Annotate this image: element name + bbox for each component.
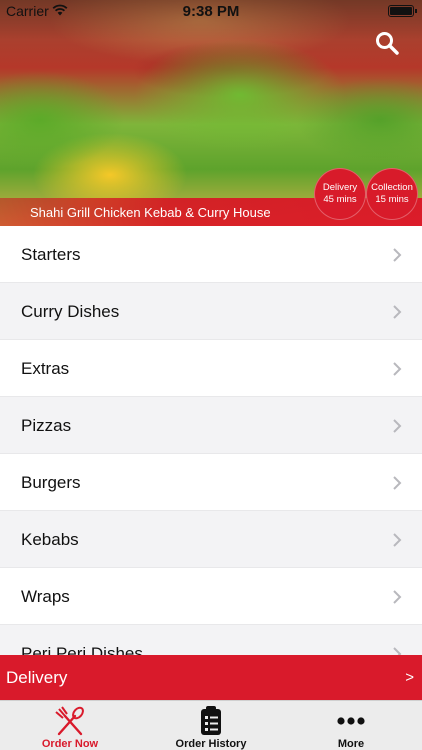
menu-item-label: Burgers [21, 473, 81, 492]
status-time: 9:38 PM [182, 3, 240, 20]
hero-image: Carrier 9:38 PM Shahi Grill Chicken Keba… [0, 0, 422, 226]
delivery-arrow-icon: > [405, 669, 414, 686]
tab-bar: Order Now Order History More [0, 700, 422, 750]
tab-more-label: More [337, 738, 365, 750]
battery-icon [388, 5, 417, 17]
delivery-mode-bar[interactable]: Delivery > [0, 655, 422, 700]
chevron-right-icon [393, 248, 402, 262]
chevron-right-icon [393, 590, 402, 604]
collection-badge-time: 15 mins [375, 194, 409, 205]
chevron-right-icon [393, 419, 402, 433]
clipboard-list-icon [201, 706, 221, 735]
chevron-right-icon [393, 647, 402, 655]
tab-more[interactable]: More [281, 701, 421, 750]
tab-order-history-label: Order History [175, 738, 247, 750]
menu-item-label: Starters [21, 245, 81, 264]
menu-item-kebabs[interactable]: Kebabs [0, 511, 422, 568]
status-bar: Carrier 9:38 PM [0, 0, 422, 22]
menu-item-extras[interactable]: Extras [0, 340, 422, 397]
chevron-right-icon [393, 362, 402, 376]
delivery-badge-time: 45 mins [323, 194, 357, 205]
menu-item-burgers[interactable]: Burgers [0, 454, 422, 511]
fork-knife-icon [55, 706, 84, 736]
menu-item-label: Kebabs [21, 530, 79, 549]
restaurant-name: Shahi Grill Chicken Kebab & Curry House [30, 205, 271, 220]
tab-order-now-label: Order Now [41, 738, 99, 750]
collection-badge-label: Collection [371, 182, 413, 193]
delivery-mode-label: Delivery [6, 668, 68, 687]
menu-item-pizzas[interactable]: Pizzas [0, 397, 422, 454]
chevron-right-icon [393, 305, 402, 319]
chevron-right-icon [393, 476, 402, 490]
menu-item-label: Curry Dishes [21, 302, 120, 321]
chevron-right-icon [393, 533, 402, 547]
menu-item-label: Extras [21, 359, 70, 378]
delivery-time-badge[interactable]: Delivery 45 mins [314, 168, 366, 220]
menu-item-wraps[interactable]: Wraps [0, 568, 422, 625]
menu-item-peri-peri-dishes[interactable]: Peri Peri Dishes [0, 625, 422, 655]
menu-item-label: Wraps [21, 587, 70, 606]
collection-time-badge[interactable]: Collection 15 mins [366, 168, 418, 220]
menu-item-starters[interactable]: Starters [0, 226, 422, 283]
more-dots-icon [337, 717, 365, 725]
menu-item-label: Peri Peri Dishes [21, 644, 143, 655]
search-icon[interactable] [374, 30, 400, 56]
tab-order-history[interactable]: Order History [141, 701, 281, 750]
menu-item-label: Pizzas [21, 416, 72, 435]
delivery-badge-label: Delivery [322, 182, 358, 193]
tab-order-now[interactable]: Order Now [0, 701, 140, 750]
menu-category-list[interactable]: Starters Curry Dishes Extras Pizzas Burg… [0, 226, 422, 655]
menu-item-curry-dishes[interactable]: Curry Dishes [0, 283, 422, 340]
